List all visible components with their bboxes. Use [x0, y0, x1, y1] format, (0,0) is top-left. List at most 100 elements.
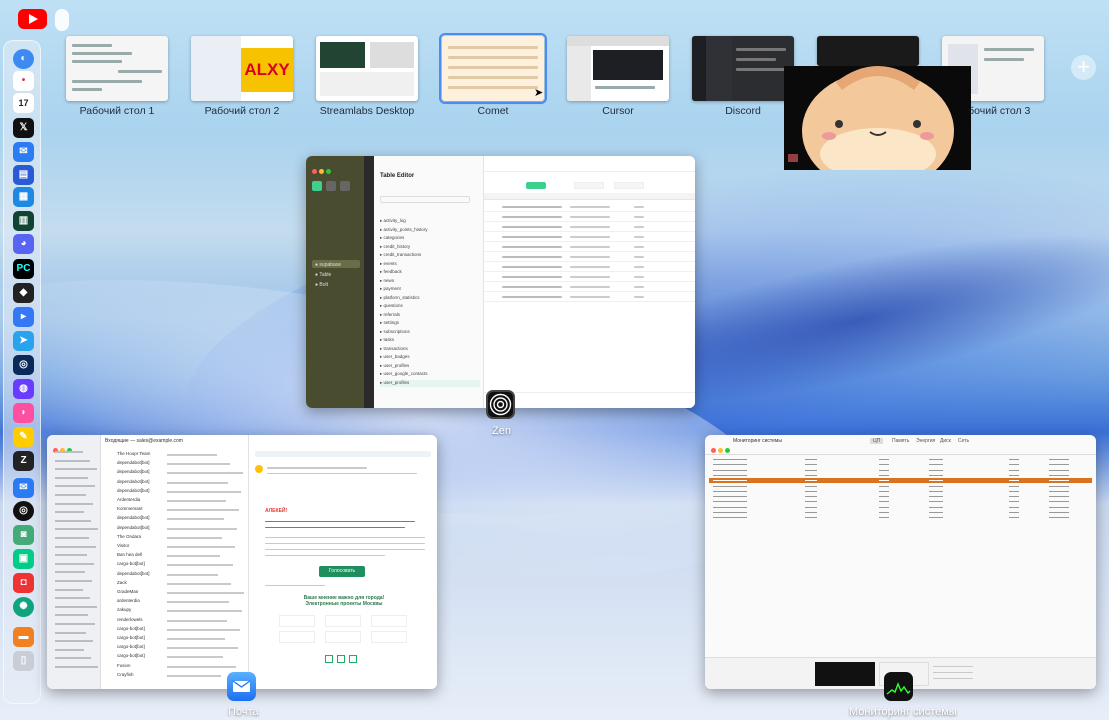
- app2-icon[interactable]: ◙: [13, 525, 34, 545]
- doc-icon[interactable]: ▤: [13, 165, 34, 185]
- pycharm-icon[interactable]: PC: [13, 259, 34, 279]
- mail-folder[interactable]: [55, 648, 84, 651]
- table-list-item[interactable]: ▸ activity_log: [380, 218, 480, 225]
- space-cursor[interactable]: Cursor: [567, 36, 669, 118]
- mail-list-item[interactable]: cargo-bot[bot]: [101, 653, 249, 661]
- space-desktop-1[interactable]: Рабочий стол 1: [66, 36, 168, 118]
- mail-folder[interactable]: [55, 605, 97, 608]
- mail-folder[interactable]: [55, 476, 88, 479]
- mail-list-item[interactable]: The Ondara: [101, 534, 249, 542]
- tab-cpu[interactable]: ЦП: [870, 438, 884, 444]
- mail-list-item[interactable]: dependabot[bot]: [101, 479, 249, 487]
- table-list-item[interactable]: ▸ user_profiles: [380, 363, 480, 370]
- mail-list-item[interactable]: Ban hea dell: [101, 552, 249, 560]
- mail-list-item[interactable]: The Hoopr Team: [101, 451, 249, 459]
- mail-folder[interactable]: [55, 468, 97, 471]
- space-desktop-2[interactable]: ALXY Рабочий стол 2: [191, 36, 293, 118]
- process-row[interactable]: [709, 457, 1092, 462]
- app3-icon[interactable]: ▣: [13, 549, 34, 569]
- zen-icon[interactable]: ◎: [13, 501, 34, 521]
- table-search[interactable]: [380, 196, 470, 203]
- mail-folder[interactable]: [55, 485, 95, 488]
- chatgpt-icon[interactable]: ✺: [13, 597, 34, 617]
- table-list-item[interactable]: ▸ user_profiles: [380, 379, 480, 387]
- tab-energy[interactable]: Энергия: [916, 438, 935, 444]
- mail-list-item[interactable]: dependabot[bot]: [101, 488, 249, 496]
- table-row[interactable]: [484, 233, 695, 242]
- process-row[interactable]: [709, 499, 1092, 504]
- space-comet[interactable]: ➤ Comet: [439, 33, 547, 118]
- ideogram-icon[interactable]: ◗: [13, 403, 34, 423]
- window-activity-monitor[interactable]: Мониторинг системы ЦП Память Энергия Дис…: [705, 435, 1096, 689]
- hamster-video-pip[interactable]: [784, 66, 971, 170]
- mail-folder[interactable]: [55, 631, 86, 634]
- vote-button[interactable]: Голосовать: [319, 566, 365, 577]
- process-row[interactable]: [709, 515, 1092, 520]
- table-list-item[interactable]: ▸ settings: [380, 320, 480, 327]
- trash-icon[interactable]: ▯: [13, 651, 34, 671]
- cursor-icon[interactable]: ◆: [13, 283, 34, 303]
- mail-folder[interactable]: [55, 597, 90, 600]
- table-list-item[interactable]: ▸ events: [380, 261, 480, 268]
- table-list-item[interactable]: ▸ categories: [380, 235, 480, 242]
- mail-folder[interactable]: [55, 614, 88, 617]
- mail-list-item[interactable]: dependabot[bot]: [101, 460, 249, 468]
- mail-folder[interactable]: [55, 562, 94, 565]
- table-list-item[interactable]: ▸ credit_history: [380, 244, 480, 251]
- mail-list-item[interactable]: Ardenterdia: [101, 497, 249, 505]
- process-row[interactable]: [709, 489, 1092, 494]
- process-row[interactable]: [709, 494, 1092, 499]
- discord-icon[interactable]: ◕: [13, 234, 34, 254]
- mail-list-item[interactable]: dependabot[bot]: [101, 571, 249, 579]
- folder-icon[interactable]: ▬: [13, 627, 34, 647]
- mail-folder[interactable]: [55, 657, 91, 660]
- mail-folder[interactable]: [55, 554, 87, 557]
- mail-folder[interactable]: [55, 502, 93, 505]
- messages-icon[interactable]: ✉: [13, 142, 34, 162]
- mail-folder[interactable]: [55, 588, 83, 591]
- ai-icon[interactable]: ◍: [13, 379, 34, 399]
- process-row[interactable]: [709, 505, 1092, 510]
- terminal-icon[interactable]: ▸: [13, 307, 34, 327]
- tab-network[interactable]: Сеть: [958, 438, 969, 444]
- mail-icon[interactable]: ✉: [13, 478, 34, 498]
- calendar-icon[interactable]: 17: [13, 93, 34, 113]
- mail-folder[interactable]: [55, 545, 96, 548]
- mail-folder[interactable]: [55, 571, 85, 574]
- mail-folder[interactable]: [55, 528, 98, 531]
- table-list-item[interactable]: ▸ subscriptions: [380, 329, 480, 336]
- mail-folder[interactable]: [55, 511, 84, 514]
- table-list-item[interactable]: ▸ tasks: [380, 337, 480, 344]
- mail-list-item[interactable]: Visitor: [101, 543, 249, 551]
- table-list-item[interactable]: ▸ feedback: [380, 269, 480, 276]
- table-list-item[interactable]: ▸ user_badges: [380, 354, 480, 361]
- mail-folder[interactable]: [55, 640, 93, 643]
- process-row[interactable]: [709, 510, 1092, 515]
- zed-icon[interactable]: Z: [13, 451, 34, 471]
- table-list-item[interactable]: ▸ user_google_contacts: [380, 371, 480, 378]
- table-list-item[interactable]: ▸ credit_transactions: [380, 252, 480, 259]
- table-row[interactable]: [484, 283, 695, 292]
- table-row[interactable]: [484, 203, 695, 212]
- mail-list-item[interactable]: dependabot[bot]: [101, 469, 249, 477]
- process-row[interactable]: [709, 478, 1092, 484]
- add-space-button[interactable]: +: [1071, 55, 1096, 80]
- vpn-icon[interactable]: ◎: [13, 355, 34, 375]
- mail-list-item[interactable]: Kommersant: [101, 506, 249, 514]
- mail-folder[interactable]: [55, 623, 95, 625]
- mail-list-item[interactable]: cargo-bot[bot]: [101, 626, 249, 634]
- telegram-icon[interactable]: ➤: [13, 331, 34, 351]
- tab-disk[interactable]: Диск: [940, 438, 951, 444]
- mail-list-item[interactable]: dependabot[bot]: [101, 525, 249, 533]
- mail-folder[interactable]: [55, 580, 92, 582]
- table-list-item[interactable]: ▸ questions: [380, 303, 480, 310]
- mail-folder[interactable]: [55, 451, 83, 453]
- mail-folder[interactable]: [55, 494, 86, 496]
- mail-folder[interactable]: [55, 537, 89, 539]
- table-row[interactable]: [484, 213, 695, 222]
- mail-list-item[interactable]: Fusion: [101, 663, 249, 671]
- table-row[interactable]: [484, 243, 695, 252]
- insert-button[interactable]: [526, 182, 546, 189]
- table-list-item[interactable]: ▸ transactions: [380, 346, 480, 353]
- mail-list-item[interactable]: zakupy: [101, 607, 249, 615]
